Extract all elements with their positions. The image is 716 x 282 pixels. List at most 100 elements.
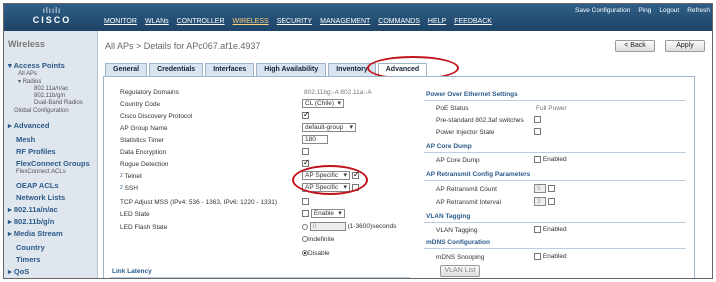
sidebar-item-dual-band[interactable]: Dual-Band Radios [34, 100, 83, 106]
divider [110, 277, 410, 278]
power-injector-label: Power Injector State [436, 129, 495, 136]
sidebar: Wireless ▾ Access Points All APs ▾ Radio… [4, 31, 98, 278]
logo-bars: ılıılı [42, 6, 62, 15]
sidebar-item-flexconnect-acls[interactable]: FlexConnect ACLs [16, 169, 66, 175]
led-flash-seconds-radio[interactable] [302, 223, 308, 230]
sidebar-item-label: Advanced [13, 121, 50, 130]
vlan-tagging-checkbox[interactable] [534, 226, 541, 233]
poe-heading: Power Over Ethernet Settings [426, 91, 518, 98]
prestandard-checkbox[interactable] [534, 116, 541, 123]
led-state-checkbox[interactable] [302, 210, 309, 217]
sidebar-item-qos[interactable]: ▸ QoS [8, 267, 29, 276]
sidebar-item-oeap-acls[interactable]: OEAP ACLs [16, 181, 59, 190]
telnet-row: 2 Telnet [120, 173, 142, 180]
tab-general[interactable]: General [105, 63, 148, 76]
led-state-select[interactable]: Enable [310, 209, 345, 218]
led-state-label: LED State [120, 211, 150, 218]
mdns-snooping-checkbox[interactable] [534, 253, 541, 260]
sidebar-item-80211a[interactable]: ▸ 802.11a/n/ac [8, 205, 58, 214]
tab-interfaces[interactable]: Interfaces [205, 63, 255, 76]
save-configuration-link[interactable]: Save Configuration [575, 7, 630, 14]
tab-credentials[interactable]: Credentials [149, 63, 204, 76]
retransmit-count-checkbox[interactable] [547, 185, 555, 192]
sidebar-item-80211b[interactable]: ▸ 802.11b/g/n [8, 217, 54, 226]
sidebar-item-rf-profiles[interactable]: RF Profiles [16, 147, 56, 156]
sidebar-item-label: QoS [13, 267, 30, 276]
core-dump-checkbox[interactable] [534, 156, 541, 163]
core-dump-heading: AP Core Dump [426, 143, 472, 150]
ssh-label: SSH [124, 185, 138, 192]
country-code-label: Country Code [120, 101, 161, 108]
browser-frame: ılıılı CISCO MONITOR WLANs CONTROLLER WI… [3, 3, 713, 279]
tab-high-availability[interactable]: High Availability [256, 63, 327, 76]
stats-timer-input[interactable]: 180 [302, 135, 328, 144]
retransmit-interval-checkbox[interactable] [547, 198, 555, 205]
link-latency-heading: Link Latency [112, 268, 152, 275]
advanced-panel: Regulatory Domains 802.11bg:-A 802.11a:-… [103, 76, 695, 278]
core-dump-label: AP Core Dump [436, 157, 480, 164]
nav-wireless[interactable]: WIRELESS [233, 18, 269, 25]
vlan-tagging-enabled: Enabled [542, 226, 567, 234]
refresh-link[interactable]: Refresh [687, 7, 710, 14]
prestandard-label: Pre-standard 802.3af switches [436, 117, 524, 124]
retransmit-count-input[interactable]: 5 [534, 184, 546, 193]
nav-commands[interactable]: COMMANDS [378, 18, 420, 25]
cisco-logo: ılıılı CISCO [32, 7, 72, 29]
country-code-select[interactable]: CL (Chile) [302, 99, 344, 108]
sidebar-item-advanced[interactable]: ▸ Advanced [8, 121, 49, 130]
sidebar-item-all-aps[interactable]: All APs [18, 71, 37, 77]
mdns-snooping-enabled: Enabled [542, 253, 567, 261]
sidebar-item-mesh[interactable]: Mesh [16, 135, 35, 144]
divider [424, 180, 686, 181]
main-content: All APs > Details for APc067.af1e.4937 <… [99, 31, 712, 278]
apply-button[interactable]: Apply [665, 40, 705, 52]
ping-link[interactable]: Ping [638, 7, 651, 14]
core-dump-enabled: Enabled [542, 156, 567, 164]
nav-monitor[interactable]: MONITOR [104, 18, 137, 25]
logout-link[interactable]: Logout [659, 7, 679, 14]
rogue-detection-checkbox[interactable] [302, 158, 310, 167]
sidebar-item-country[interactable]: Country [16, 243, 45, 252]
nav-controller[interactable]: CONTROLLER [177, 18, 225, 25]
retransmit-interval-input[interactable]: 3 [534, 197, 546, 206]
sidebar-item-flexconnect-groups[interactable]: FlexConnect Groups [16, 159, 90, 168]
main-nav: MONITOR WLANs CONTROLLER WIRELESS SECURI… [104, 18, 492, 25]
led-flash-units: (1-3600)seconds [347, 223, 397, 231]
tcp-mss-checkbox[interactable] [302, 198, 309, 205]
sidebar-item-radios[interactable]: ▾ Radios [18, 78, 41, 85]
sidebar-item-radio-a[interactable]: 802.11a/n/ac [34, 86, 68, 92]
nav-security[interactable]: SECURITY [277, 18, 312, 25]
top-header: ılıılı CISCO MONITOR WLANs CONTROLLER WI… [4, 4, 712, 31]
page-title: All APs > Details for APc067.af1e.4937 [105, 41, 261, 51]
telnet-footnote: 2 [120, 173, 123, 179]
divider [424, 248, 686, 249]
led-flash-label: LED Flash State [120, 224, 168, 231]
nav-feedback[interactable]: FEEDBACK [454, 18, 492, 25]
sidebar-item-global-config[interactable]: Global Configuration [14, 108, 69, 114]
nav-management[interactable]: MANAGEMENT [320, 18, 370, 25]
sidebar-item-access-points[interactable]: ▾ Access Points [8, 61, 65, 70]
back-button[interactable]: < Back [615, 40, 655, 52]
ap-group-select[interactable]: default-group [302, 123, 356, 132]
power-injector-checkbox[interactable] [534, 128, 541, 135]
data-encryption-label: Data Encryption [120, 149, 167, 156]
nav-wlans[interactable]: WLANs [145, 18, 169, 25]
cdp-checkbox[interactable] [302, 110, 310, 119]
led-flash-input[interactable]: 0 [309, 222, 346, 231]
sidebar-item-label: Radios [22, 79, 42, 85]
vlan-list-button[interactable]: VLAN List [440, 265, 480, 277]
logo-word: CISCO [32, 15, 72, 25]
sidebar-item-label: 802.11b/g/n [13, 217, 55, 226]
nav-help[interactable]: HELP [428, 18, 446, 25]
sidebar-item-label: Media Stream [13, 229, 63, 238]
telnet-label: Telnet [124, 173, 142, 180]
sidebar-item-network-lists[interactable]: Network Lists [16, 193, 65, 202]
disable-label: Disable [308, 250, 330, 257]
ssh-footnote: 2 [120, 185, 123, 191]
vlan-tagging-label: VLAN Tagging [436, 227, 478, 234]
sidebar-item-radio-b[interactable]: 802.11b/g/n [34, 93, 65, 99]
sidebar-item-timers[interactable]: Timers [16, 255, 40, 264]
vlan-heading: VLAN Tagging [426, 213, 471, 220]
sidebar-item-media-stream[interactable]: ▸ Media Stream [8, 229, 63, 238]
data-encryption-checkbox[interactable] [302, 148, 309, 155]
